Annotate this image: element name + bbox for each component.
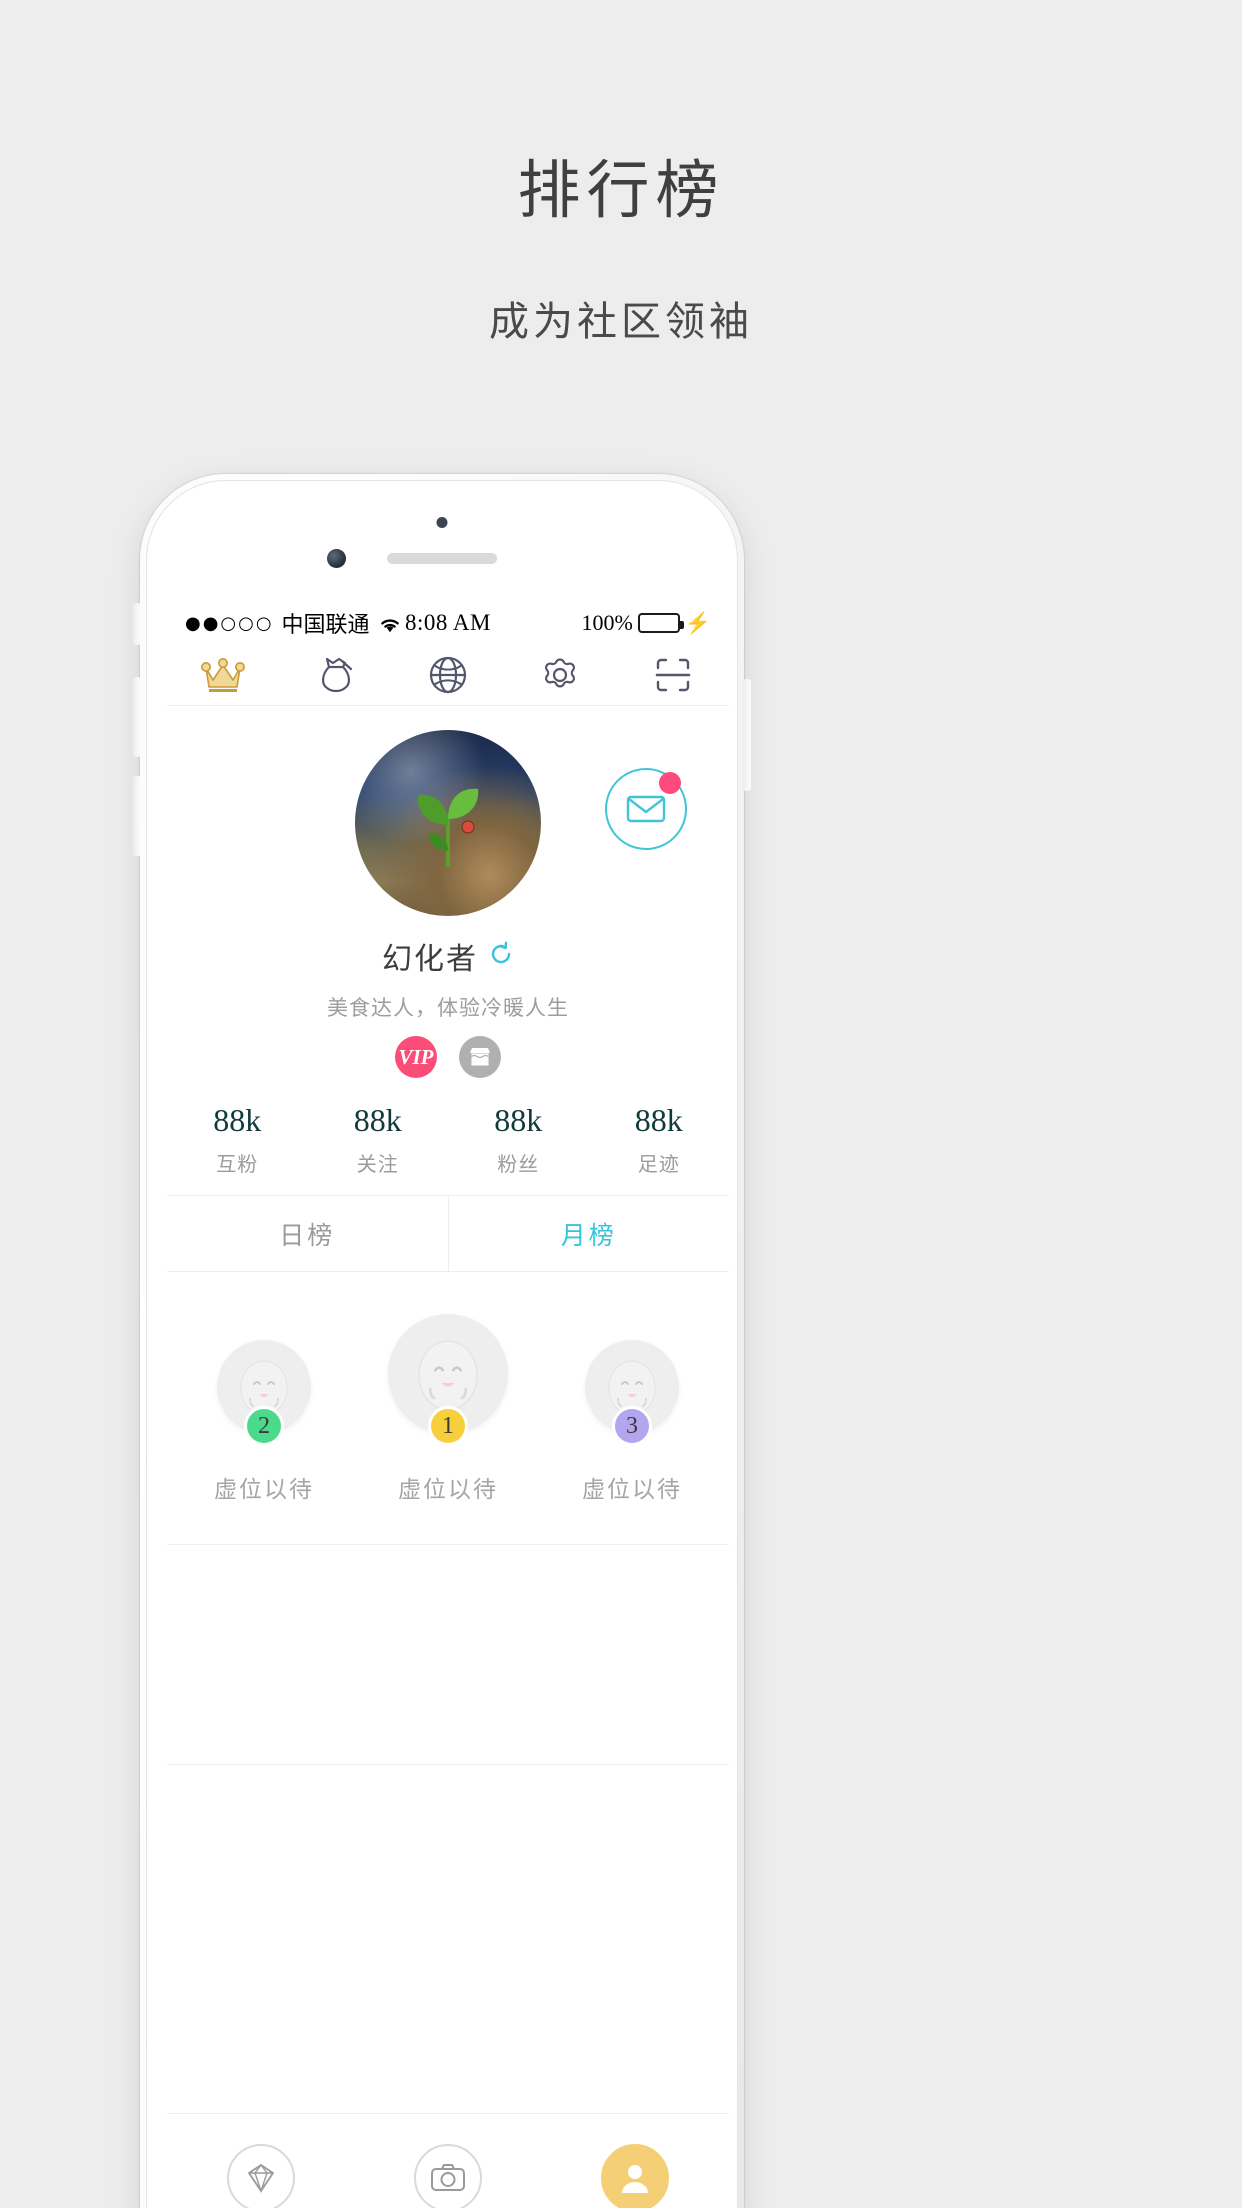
volume-down-button[interactable] (133, 776, 141, 856)
podium-avatar-wrap: 3 (585, 1340, 679, 1446)
toolbar-item-wallet[interactable] (279, 655, 391, 695)
vip-badge[interactable]: VIP (395, 1036, 437, 1078)
top-toolbar (167, 644, 729, 706)
wifi-icon (378, 614, 402, 633)
signal-dots-icon: ●●○○○ (185, 612, 274, 634)
placeholder-face-icon (418, 1340, 478, 1411)
page-title: 排行榜 (517, 156, 725, 226)
rank-badge: 1 (428, 1406, 468, 1446)
earpiece-speaker (387, 553, 497, 564)
phone-body: ●●○○○ 中国联通 8:08 AM 100% ⚡ 幻化者 美食达人，体验冷暖人… (146, 480, 738, 2208)
power-button[interactable] (743, 679, 751, 791)
sprout-graphic (417, 789, 479, 868)
profile-bio: 美食达人，体验冷暖人生 (327, 997, 569, 1020)
toolbar-item-globe[interactable] (392, 654, 504, 696)
stat-item-footprints[interactable]: 88k 足迹 (589, 1102, 730, 1177)
rank-badge: 2 (244, 1406, 284, 1446)
tab-daily-rank[interactable]: 日榜 (167, 1196, 448, 1271)
battery-percent-label: 100% (581, 610, 633, 635)
username-label: 幻化者 (382, 943, 478, 976)
avatar-row (167, 730, 729, 916)
toolbar-item-scan[interactable] (617, 655, 729, 695)
podium-avatar-wrap: 1 (388, 1314, 508, 1446)
avatar[interactable] (355, 730, 541, 916)
stat-label: 关注 (356, 1154, 399, 1176)
stat-label: 粉丝 (497, 1154, 540, 1176)
stat-label: 足迹 (637, 1154, 680, 1176)
status-bar: ●●○○○ 中国联通 8:08 AM 100% ⚡ (167, 602, 729, 644)
bottom-nav-item-profile[interactable] (542, 2143, 729, 2208)
bottom-nav-item-discover[interactable] (167, 2143, 354, 2208)
toolbar-item-settings[interactable] (504, 654, 616, 696)
clock-label: 8:08 AM (405, 610, 491, 635)
ranking-tabs: 日榜 月榜 (167, 1196, 729, 1272)
scan-icon (653, 655, 693, 695)
shop-icon (470, 1048, 490, 1066)
proximity-sensor (436, 517, 448, 528)
carrier-label: 中国联通 (281, 612, 370, 637)
podium-name: 虚位以待 (398, 1476, 498, 1502)
globe-icon (427, 654, 469, 696)
phone-mockup: ●●○○○ 中国联通 8:08 AM 100% ⚡ 幻化者 美食达人，体验冷暖人… (133, 474, 751, 2208)
podium-item-1[interactable]: 1 虚位以待 (368, 1314, 528, 1504)
stat-value: 88k (634, 1102, 683, 1138)
message-button[interactable] (605, 768, 687, 850)
page-subtitle: 成为社区领袖 (489, 300, 753, 344)
refresh-circle-icon[interactable] (488, 941, 514, 972)
battery-icon (637, 613, 684, 633)
volume-up-button[interactable] (133, 677, 141, 757)
stat-item-followers[interactable]: 88k 粉丝 (448, 1102, 589, 1177)
podium-avatar-wrap: 2 (217, 1340, 311, 1446)
status-bar-left: ●●○○○ 中国联通 (185, 607, 405, 639)
crown-icon (200, 656, 246, 694)
ranking-list-empty-area (167, 1545, 729, 1765)
rank-badge: 3 (612, 1406, 652, 1446)
bottom-nav-item-camera[interactable] (354, 2143, 541, 2208)
podium-section: 2 虚位以待 1 虚位以待 3 虚位以待 (167, 1272, 729, 1545)
stat-label: 互粉 (216, 1154, 259, 1176)
envelope-icon (626, 795, 666, 823)
promo-page: 排行榜 成为社区领袖 ●●○○○ 中国联通 8:08 AM 100% ⚡ 幻化者… (0, 0, 1242, 2208)
podium-item-3[interactable]: 3 虚位以待 (552, 1340, 712, 1504)
phone-top-hardware (147, 517, 737, 581)
unread-badge-dot (659, 772, 681, 794)
promo-header: 排行榜 成为社区领袖 (0, 0, 1242, 347)
money-bag-icon (315, 655, 357, 695)
podium-name: 虚位以待 (582, 1476, 682, 1502)
stat-item-following[interactable]: 88k 关注 (308, 1102, 449, 1177)
profile-person-icon (601, 2143, 670, 2208)
stat-value: 88k (494, 1102, 543, 1138)
profile-card: 幻化者 美食达人，体验冷暖人生 VIP 88k 互粉 88k 关注 88k 粉丝… (167, 706, 729, 1196)
toolbar-item-crown[interactable] (167, 656, 279, 694)
shop-badge[interactable] (459, 1036, 501, 1078)
profile-stats: 88k 互粉 88k 关注 88k 粉丝 88k 足迹 (167, 1102, 729, 1177)
podium-name: 虚位以待 (214, 1476, 314, 1502)
stat-value: 88k (353, 1102, 402, 1138)
bottom-nav (167, 2113, 729, 2208)
lightning-bolt-icon: ⚡ (684, 610, 711, 635)
gear-icon (539, 654, 581, 696)
silent-switch[interactable] (133, 603, 141, 645)
stat-value: 88k (213, 1102, 262, 1138)
status-bar-right: 100% ⚡ (491, 610, 711, 636)
profile-badges: VIP (167, 1036, 729, 1078)
username-row: 幻化者 (167, 934, 729, 978)
tab-monthly-rank[interactable]: 月榜 (447, 1196, 730, 1271)
phone-screen: ●●○○○ 中国联通 8:08 AM 100% ⚡ 幻化者 美食达人，体验冷暖人… (167, 602, 729, 2208)
compass-diamond-icon (226, 2143, 295, 2208)
stat-item-mutual[interactable]: 88k 互粉 (167, 1102, 308, 1177)
front-camera (327, 549, 346, 568)
camera-icon (413, 2143, 482, 2208)
podium-item-2[interactable]: 2 虚位以待 (184, 1340, 344, 1504)
